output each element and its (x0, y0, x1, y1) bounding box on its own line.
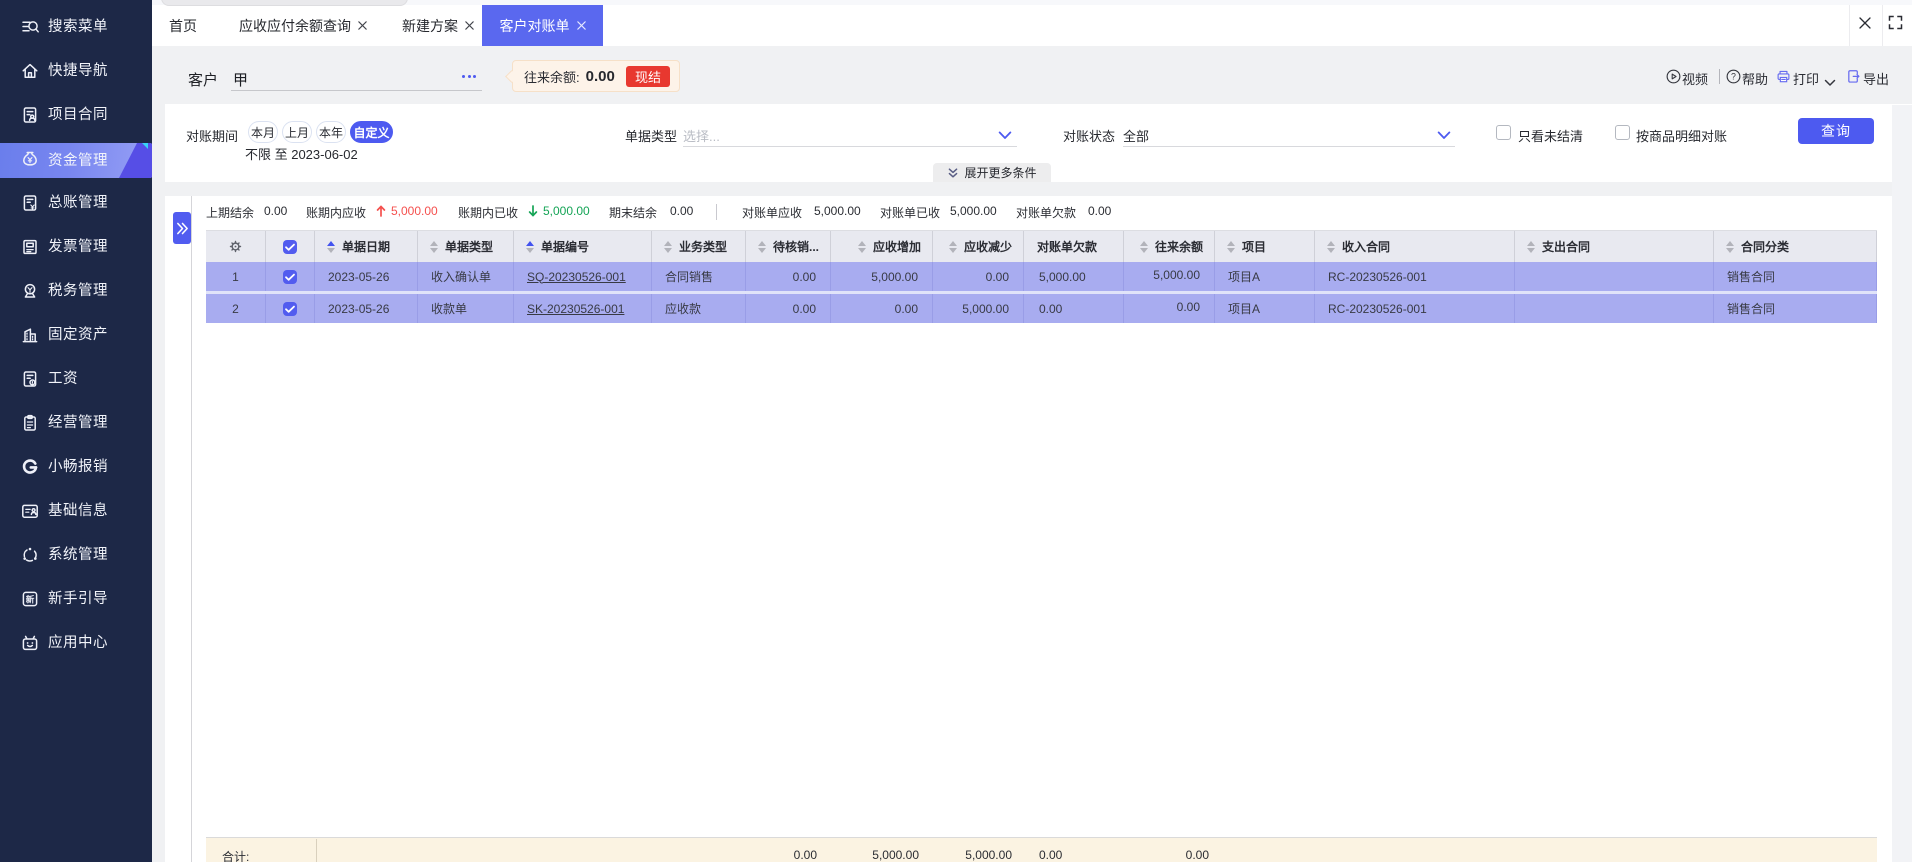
svg-text:?: ? (1731, 72, 1736, 82)
svg-text:新: 新 (26, 593, 35, 604)
